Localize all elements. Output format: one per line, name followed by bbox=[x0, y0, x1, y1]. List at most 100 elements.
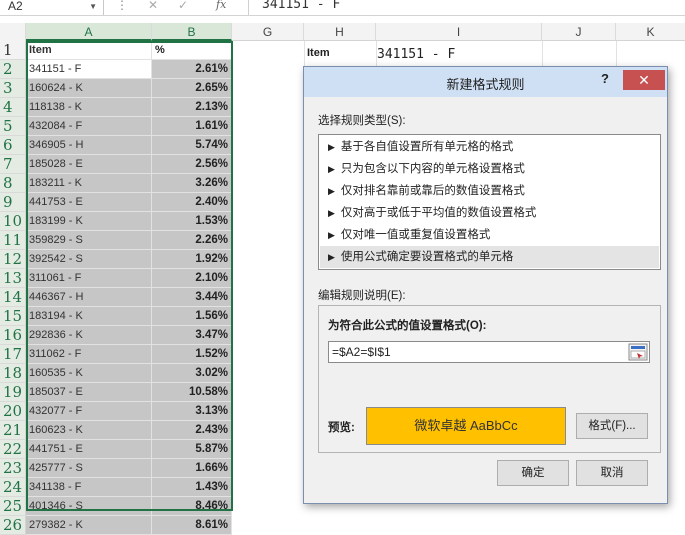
percent-cell[interactable]: 1.52% bbox=[152, 345, 232, 364]
row-header[interactable]: 17 bbox=[0, 345, 26, 364]
column-header-b[interactable]: B bbox=[152, 23, 232, 41]
item-cell[interactable]: 401346 - S bbox=[26, 497, 152, 516]
percent-cell[interactable]: 1.61% bbox=[152, 117, 232, 136]
item-cell[interactable]: 432084 - F bbox=[26, 117, 152, 136]
percent-cell[interactable]: 10.58% bbox=[152, 383, 232, 402]
confirm-edit-icon[interactable]: ✓ bbox=[178, 0, 188, 12]
rule-type-item[interactable]: ▶ 基于各自值设置所有单元格的格式 bbox=[320, 136, 659, 158]
row-header[interactable]: 2 bbox=[0, 60, 26, 79]
rule-type-item[interactable]: ▶ 仅对排名靠前或靠后的数值设置格式 bbox=[320, 180, 659, 202]
rule-type-item[interactable]: ▶ 只为包含以下内容的单元格设置格式 bbox=[320, 158, 659, 180]
row-header[interactable]: 21 bbox=[0, 421, 26, 440]
percent-cell[interactable]: 8.61% bbox=[152, 516, 232, 535]
row-header[interactable]: 3 bbox=[0, 79, 26, 98]
item-cell[interactable]: 292836 - K bbox=[26, 326, 152, 345]
percent-cell[interactable]: 3.26% bbox=[152, 174, 232, 193]
item-cell[interactable]: 392542 - S bbox=[26, 250, 152, 269]
dialog-titlebar[interactable]: 新建格式规则 ? ✕ bbox=[304, 67, 667, 97]
item-cell[interactable]: 311061 - F bbox=[26, 269, 152, 288]
row-header[interactable]: 8 bbox=[0, 174, 26, 193]
row-header[interactable]: 1 bbox=[0, 41, 26, 60]
item-cell[interactable]: 183194 - K bbox=[26, 307, 152, 326]
insert-function-icon[interactable]: fx bbox=[216, 0, 226, 11]
item-cell[interactable]: 425777 - S bbox=[26, 459, 152, 478]
cancel-button[interactable]: 取消 bbox=[576, 460, 648, 486]
item-cell[interactable]: 346905 - H bbox=[26, 136, 152, 155]
percent-cell[interactable]: 1.56% bbox=[152, 307, 232, 326]
row-header[interactable]: 24 bbox=[0, 478, 26, 497]
help-icon[interactable]: ? bbox=[601, 71, 609, 86]
percent-cell[interactable]: 5.87% bbox=[152, 440, 232, 459]
column-b-header-cell[interactable]: % bbox=[152, 41, 232, 60]
item-cell[interactable]: 160623 - K bbox=[26, 421, 152, 440]
item-cell[interactable]: 183199 - K bbox=[26, 212, 152, 231]
row-header[interactable]: 7 bbox=[0, 155, 26, 174]
item-cell[interactable]: 441751 - E bbox=[26, 440, 152, 459]
percent-cell[interactable]: 2.65% bbox=[152, 79, 232, 98]
item-cell[interactable]: 441753 - E bbox=[26, 193, 152, 212]
column-a-header-cell[interactable]: Item bbox=[26, 41, 152, 60]
close-icon[interactable]: ✕ bbox=[623, 70, 665, 90]
percent-cell[interactable]: 1.92% bbox=[152, 250, 232, 269]
range-select-icon[interactable] bbox=[628, 343, 648, 361]
percent-cell[interactable]: 2.43% bbox=[152, 421, 232, 440]
row-header[interactable]: 19 bbox=[0, 383, 26, 402]
select-all-corner[interactable] bbox=[0, 23, 26, 41]
percent-cell[interactable]: 1.43% bbox=[152, 478, 232, 497]
row-header[interactable]: 18 bbox=[0, 364, 26, 383]
item-cell[interactable]: 279382 - K bbox=[26, 516, 152, 535]
cell-i1[interactable]: 341151 - F bbox=[377, 41, 455, 69]
percent-cell[interactable]: 1.53% bbox=[152, 212, 232, 231]
formula-input[interactable]: 341151 - F bbox=[262, 0, 340, 12]
item-cell[interactable]: 183211 - K bbox=[26, 174, 152, 193]
percent-cell[interactable]: 3.13% bbox=[152, 402, 232, 421]
chevron-down-icon[interactable]: ▼ bbox=[89, 1, 97, 13]
row-header[interactable]: 16 bbox=[0, 326, 26, 345]
row-header[interactable]: 13 bbox=[0, 269, 26, 288]
cell-h1[interactable]: Item bbox=[305, 41, 330, 65]
column-header-k[interactable]: K bbox=[616, 23, 685, 41]
ok-button[interactable]: 确定 bbox=[497, 460, 569, 486]
rule-type-item[interactable]: ▶ 仅对高于或低于平均值的数值设置格式 bbox=[320, 202, 659, 224]
percent-cell[interactable]: 3.47% bbox=[152, 326, 232, 345]
rule-type-item-selected[interactable]: ▶ 使用公式确定要设置格式的单元格 bbox=[320, 246, 659, 268]
row-header[interactable]: 11 bbox=[0, 231, 26, 250]
row-header[interactable]: 14 bbox=[0, 288, 26, 307]
item-cell[interactable]: 160624 - K bbox=[26, 79, 152, 98]
item-cell[interactable]: 160535 - K bbox=[26, 364, 152, 383]
item-cell[interactable]: 341151 - F bbox=[26, 60, 152, 79]
percent-cell[interactable]: 2.56% bbox=[152, 155, 232, 174]
row-header[interactable]: 9 bbox=[0, 193, 26, 212]
row-header[interactable]: 6 bbox=[0, 136, 26, 155]
row-header[interactable]: 23 bbox=[0, 459, 26, 478]
item-cell[interactable]: 341138 - F bbox=[26, 478, 152, 497]
cancel-edit-icon[interactable]: ✕ bbox=[148, 0, 158, 12]
row-header[interactable]: 25 bbox=[0, 497, 26, 516]
item-cell[interactable]: 359829 - S bbox=[26, 231, 152, 250]
percent-cell[interactable]: 2.13% bbox=[152, 98, 232, 117]
item-cell[interactable]: 311062 - F bbox=[26, 345, 152, 364]
row-header[interactable]: 5 bbox=[0, 117, 26, 136]
percent-cell[interactable]: 3.44% bbox=[152, 288, 232, 307]
item-cell[interactable]: 185037 - E bbox=[26, 383, 152, 402]
column-header-i[interactable]: I bbox=[376, 23, 542, 41]
row-header[interactable]: 10 bbox=[0, 212, 26, 231]
row-header[interactable]: 20 bbox=[0, 402, 26, 421]
row-header[interactable]: 15 bbox=[0, 307, 26, 326]
percent-cell[interactable]: 1.66% bbox=[152, 459, 232, 478]
formula-field[interactable]: =$A2=$I$1 bbox=[328, 341, 650, 363]
row-header[interactable]: 4 bbox=[0, 98, 26, 117]
column-header-j[interactable]: J bbox=[542, 23, 616, 41]
item-cell[interactable]: 432077 - F bbox=[26, 402, 152, 421]
percent-cell[interactable]: 8.46% bbox=[152, 497, 232, 516]
item-cell[interactable]: 185028 - E bbox=[26, 155, 152, 174]
percent-cell[interactable]: 2.40% bbox=[152, 193, 232, 212]
column-header-a[interactable]: A bbox=[26, 23, 152, 41]
row-header[interactable]: 26 bbox=[0, 516, 26, 535]
name-box[interactable]: A2 ▼ bbox=[0, 0, 104, 15]
column-header-h[interactable]: H bbox=[304, 23, 376, 41]
percent-cell[interactable]: 5.74% bbox=[152, 136, 232, 155]
rule-type-item[interactable]: ▶ 仅对唯一值或重复值设置格式 bbox=[320, 224, 659, 246]
row-header[interactable]: 12 bbox=[0, 250, 26, 269]
row-header[interactable]: 22 bbox=[0, 440, 26, 459]
